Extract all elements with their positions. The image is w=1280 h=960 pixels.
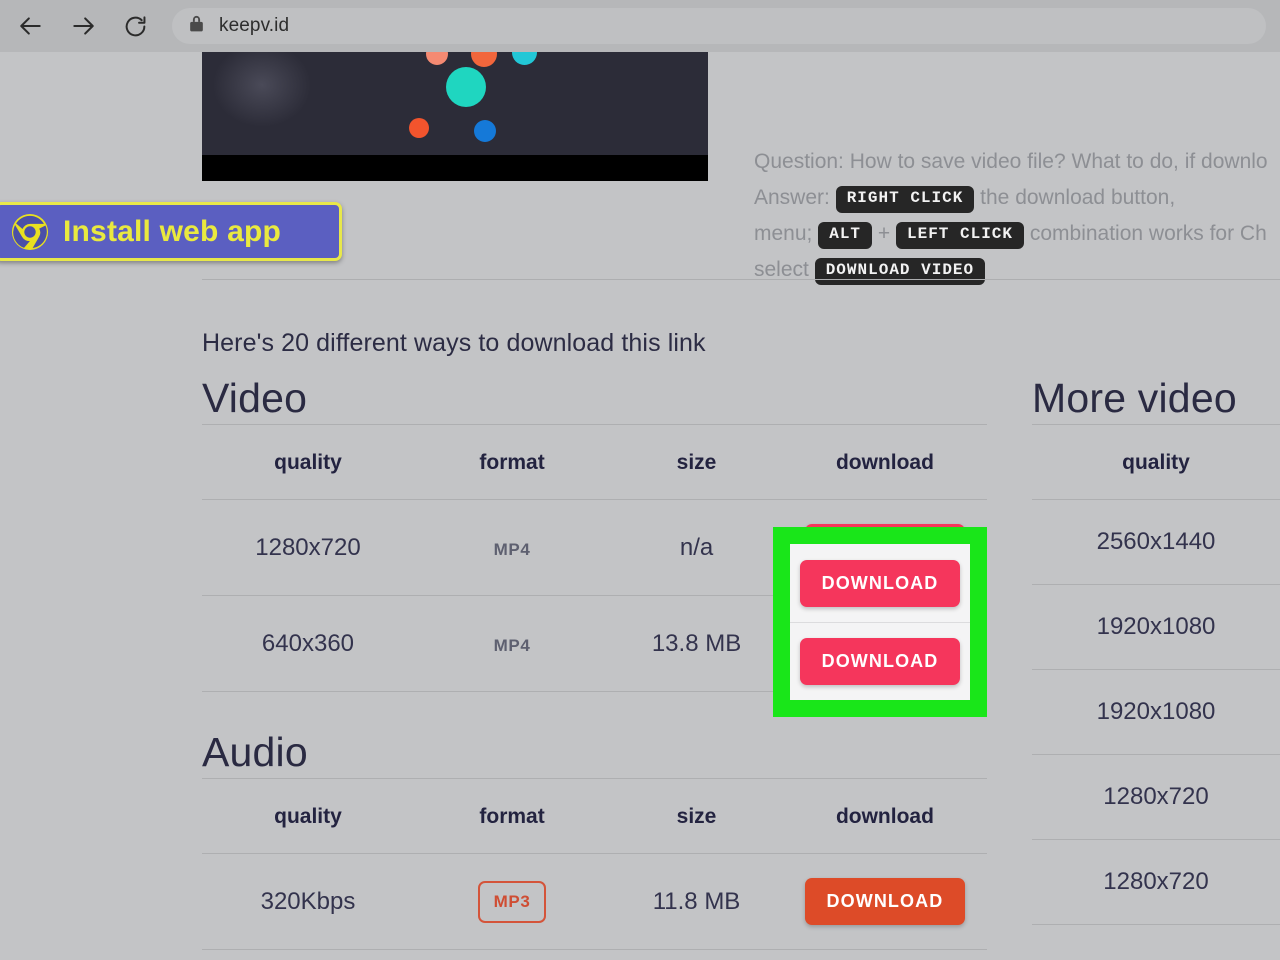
video-thumbnail[interactable] [202, 52, 708, 181]
install-web-app-banner[interactable]: Install web app [0, 202, 342, 261]
more-video-column: More video quality 2560x1440 1920x1080 1… [1032, 372, 1280, 925]
audio-header-format: format [414, 779, 610, 854]
key-right-click: RIGHT CLICK [836, 186, 975, 213]
loader-dot [474, 120, 496, 142]
back-button[interactable] [14, 9, 48, 43]
video-row-quality: 1280x720 [202, 500, 414, 596]
format-badge-mp3: MP3 [478, 881, 547, 923]
video-row-format: MP4 [414, 500, 610, 596]
key-alt: ALT [818, 222, 872, 249]
reload-button[interactable] [118, 9, 152, 43]
loader-dot [446, 67, 486, 107]
more-video-quality: 1280x720 [1032, 755, 1280, 840]
faq-question: Question: How to save video file? What t… [754, 144, 1280, 180]
more-video-table: quality 2560x1440 1920x1080 1920x1080 12… [1032, 424, 1280, 925]
chrome-icon [11, 213, 49, 251]
video-header-quality: quality [202, 425, 414, 500]
table-row: 2560x1440 [1032, 500, 1280, 585]
faq-answer-line-3: select DOWNLOAD VIDEO [754, 252, 1280, 288]
thumbnail-letterbox [202, 155, 708, 181]
faq-menu-prefix: menu; [754, 222, 812, 245]
audio-row-size: 11.8 MB [610, 854, 783, 950]
video-header-download: download [783, 425, 987, 500]
audio-row-format: MP3 [414, 854, 610, 950]
faq-answer-line-2: menu; ALT + LEFT CLICK combination works… [754, 216, 1280, 252]
more-video-header-quality: quality [1032, 425, 1280, 500]
audio-table-header-row: quality format size download [202, 779, 987, 854]
download-button-highlighted-1[interactable]: DOWNLOAD [800, 560, 961, 607]
table-row: 1280x720 [1032, 840, 1280, 925]
audio-section-title: Audio [202, 726, 987, 778]
page-content: Install web app Question: How to save vi… [0, 52, 1280, 960]
browser-toolbar: keepv.id [0, 0, 1280, 52]
more-video-header-row: quality [1032, 425, 1280, 500]
more-video-quality: 1920x1080 [1032, 585, 1280, 670]
audio-header-download: download [783, 779, 987, 854]
table-row: 320Kbps MP3 11.8 MB DOWNLOAD [202, 854, 987, 950]
faq-combination-text: combination works for Ch [1030, 222, 1267, 245]
install-web-app-label: Install web app [63, 215, 281, 249]
video-row-format: MP4 [414, 596, 610, 692]
audio-row-download: DOWNLOAD [783, 854, 987, 950]
video-row-size: 13.8 MB [610, 596, 783, 692]
audio-row-quality: 320Kbps [202, 854, 414, 950]
faq-answer-line-1: Answer: RIGHT CLICK the download button, [754, 180, 1280, 216]
download-button-highlighted-2[interactable]: DOWNLOAD [800, 638, 961, 685]
table-row: 1920x1080 [1032, 585, 1280, 670]
download-button-audio[interactable]: DOWNLOAD [805, 878, 966, 925]
format-label: MP4 [494, 636, 531, 655]
key-left-click: LEFT CLICK [896, 222, 1024, 249]
faq-text: Question: How to save video file? What t… [754, 144, 1280, 288]
faq-plus-sign: + [878, 222, 890, 245]
lock-icon [188, 14, 205, 38]
video-row-size: n/a [610, 500, 783, 596]
loader-dot [409, 118, 429, 138]
video-header-size: size [610, 425, 783, 500]
audio-header-quality: quality [202, 779, 414, 854]
audio-table: quality format size download 320Kbps MP3… [202, 778, 987, 950]
more-video-quality: 1920x1080 [1032, 670, 1280, 755]
key-download-video: DOWNLOAD VIDEO [815, 258, 985, 285]
video-header-format: format [414, 425, 610, 500]
video-table-header-row: quality format size download [202, 425, 987, 500]
arrow-right-icon [70, 13, 96, 39]
address-bar-url: keepv.id [219, 15, 289, 37]
format-label: MP4 [494, 540, 531, 559]
faq-answer-prefix: Answer: [754, 186, 830, 209]
table-row: 1920x1080 [1032, 670, 1280, 755]
audio-header-size: size [610, 779, 783, 854]
more-video-quality: 1280x720 [1032, 840, 1280, 925]
faq-answer-text: the download button, [980, 186, 1175, 209]
video-section-title: Video [202, 372, 987, 424]
forward-button[interactable] [66, 9, 100, 43]
more-video-quality: 2560x1440 [1032, 500, 1280, 585]
reload-icon [123, 14, 148, 39]
arrow-left-icon [18, 13, 44, 39]
section-divider [202, 279, 1280, 280]
table-row: 1280x720 [1032, 755, 1280, 840]
video-row-quality: 640x360 [202, 596, 414, 692]
intro-text: Here's 20 different ways to download thi… [202, 329, 706, 358]
more-video-section-title: More video [1032, 372, 1280, 424]
address-bar[interactable]: keepv.id [172, 8, 1266, 44]
faq-select-prefix: select [754, 258, 809, 281]
